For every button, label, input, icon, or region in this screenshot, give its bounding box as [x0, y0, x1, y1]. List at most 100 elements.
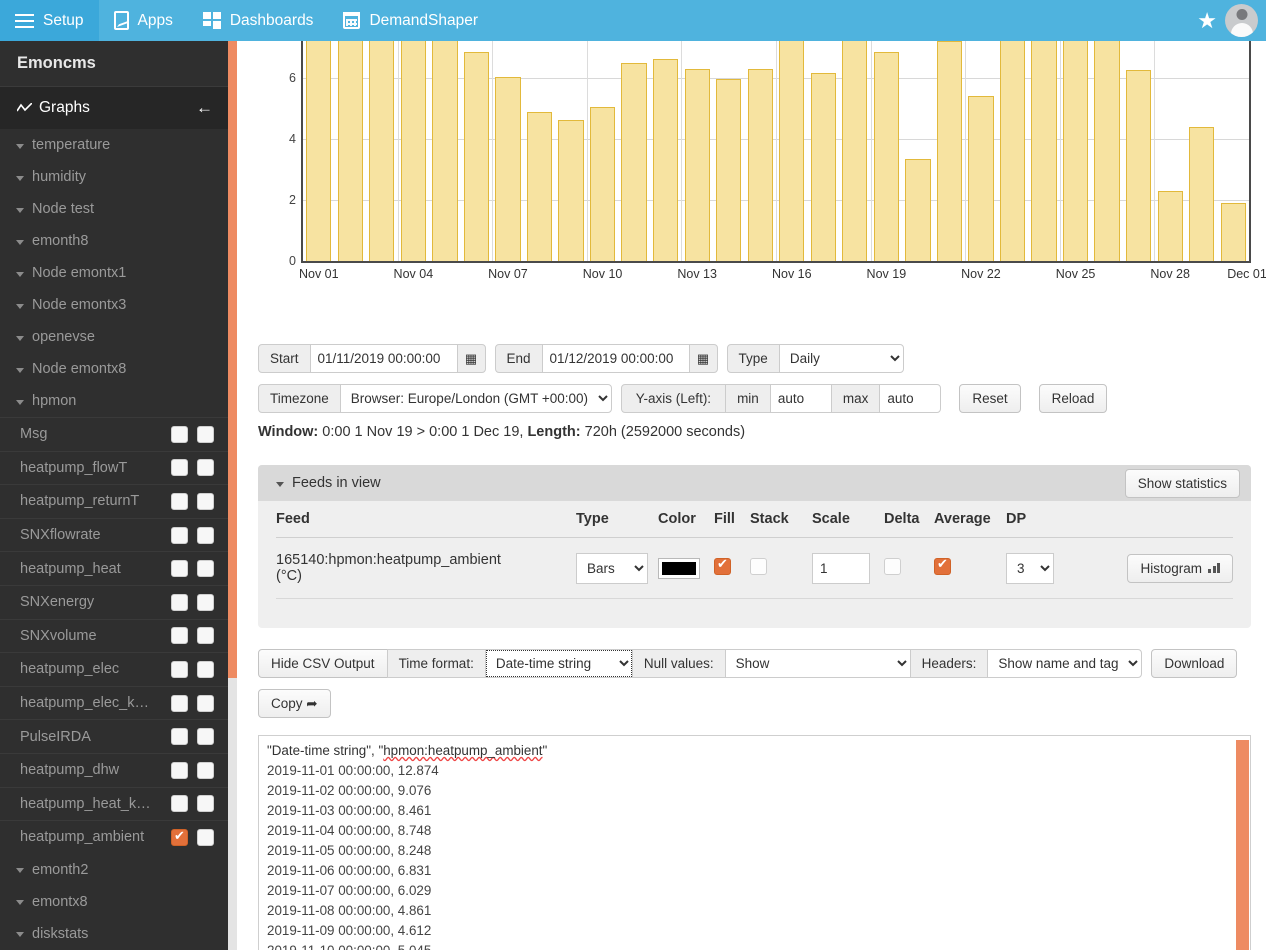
sidebar-group-openevse[interactable]: openevse: [0, 321, 228, 353]
sidebar-group-node-emontx8[interactable]: Node emontx8: [0, 353, 228, 385]
feed-select-left-checkbox[interactable]: [171, 627, 188, 645]
chart-bar: [463, 52, 490, 261]
ymin-input[interactable]: [769, 384, 832, 413]
feed-select-right-checkbox[interactable]: [197, 660, 214, 678]
headers-select[interactable]: Show name and tagShow nameHide: [987, 649, 1143, 678]
null-values-select[interactable]: ShowHide: [724, 649, 911, 678]
sidebar-group-node-test[interactable]: Node test: [0, 193, 228, 225]
sidebar-group-humidity[interactable]: humidity: [0, 161, 228, 193]
x-gridline: [1154, 41, 1156, 261]
feed-select-right-checkbox[interactable]: [197, 694, 214, 712]
feed-select-left-checkbox[interactable]: [171, 828, 188, 846]
feed-type-select[interactable]: BarsLinesPoints: [576, 552, 648, 584]
feed-select-right-checkbox[interactable]: [197, 795, 214, 813]
feed-select-right-checkbox[interactable]: [197, 728, 214, 746]
sidebar-scrollbar-thumb[interactable]: [228, 41, 237, 678]
feed-select-right-checkbox[interactable]: [197, 425, 214, 443]
feed-select-right-checkbox[interactable]: [197, 459, 214, 477]
sidebar-group-emonth2[interactable]: emonth2: [0, 854, 228, 886]
feed-select-left-checkbox[interactable]: [171, 694, 188, 712]
back-arrow-icon[interactable]: ←: [196, 98, 213, 118]
reload-button[interactable]: Reload: [1038, 384, 1108, 413]
chart-bar: [653, 59, 679, 261]
feed-select-right-checkbox[interactable]: [197, 526, 214, 544]
feed-select-left-checkbox[interactable]: [171, 560, 188, 578]
favorite-star-icon[interactable]: ★: [1197, 9, 1217, 32]
chevron-down-icon: [16, 900, 24, 906]
feed-average-checkbox[interactable]: [934, 556, 951, 575]
histogram-button[interactable]: Histogram: [1127, 553, 1233, 583]
sidebar-feed-item[interactable]: heatpump_returnT: [0, 484, 228, 518]
nav-item-dashboards[interactable]: Dashboards: [188, 0, 329, 41]
nav-item-apps[interactable]: Apps: [99, 0, 188, 41]
sidebar-feed-item[interactable]: PulseIRDA: [0, 719, 228, 753]
feeds-col-color: Color: [658, 501, 714, 538]
sidebar-feed-item[interactable]: heatpump_elec_k…: [0, 685, 228, 720]
sidebar-group-emontx8[interactable]: emontx8: [0, 886, 228, 918]
null-values-label: Null values:: [631, 649, 726, 678]
csv-output-textarea[interactable]: "Date-time string", "hpmon:heatpump_ambi…: [258, 735, 1251, 950]
feed-select-right-checkbox[interactable]: [197, 828, 214, 846]
sidebar-feed-item[interactable]: SNXflowrate: [0, 517, 228, 552]
feed-select-left-checkbox[interactable]: [171, 795, 188, 813]
ymax-input[interactable]: [879, 384, 942, 413]
start-group: Start ▦: [258, 344, 486, 373]
download-button[interactable]: Download: [1151, 649, 1238, 678]
sidebar-feed-item[interactable]: heatpump_elec: [0, 652, 228, 686]
sidebar-feed-item[interactable]: heatpump_heat: [0, 551, 228, 585]
feed-delta-checkbox[interactable]: [884, 557, 901, 575]
sidebar-feed-item[interactable]: heatpump_heat_k…: [0, 786, 228, 821]
sidebar-feed-item[interactable]: Msg: [0, 417, 228, 451]
nav-item-setup[interactable]: Setup: [0, 0, 99, 41]
feed-select-left-checkbox[interactable]: [171, 459, 188, 477]
sidebar-feed-item[interactable]: heatpump_ambient: [0, 820, 228, 854]
time-format-select[interactable]: Date-time stringUnix timeExcel time: [484, 649, 633, 678]
nav-item-demandshaper[interactable]: DemandShaper: [328, 0, 493, 41]
feed-select-left-checkbox[interactable]: [171, 593, 188, 611]
chart-plot-area[interactable]: 0 2 4 6 Nov 01 Nov 04 Nov 07 Nov 10 Nov 13 Nov 16…: [289, 41, 1266, 281]
sidebar-feed-item[interactable]: SNXenergy: [0, 584, 228, 619]
reset-button[interactable]: Reset: [959, 384, 1021, 413]
feed-dp-select[interactable]: 01234: [1006, 552, 1054, 584]
show-statistics-button[interactable]: Show statistics: [1124, 469, 1240, 498]
sidebar-section-graphs[interactable]: Graphs ←: [0, 87, 228, 129]
feed-select-right-checkbox[interactable]: [197, 593, 214, 611]
feed-select-right-checkbox[interactable]: [197, 492, 214, 510]
sidebar-group-hpmon[interactable]: hpmon: [0, 385, 228, 417]
feeds-in-view-header[interactable]: Feeds in view: [258, 465, 1251, 501]
x-axis-tick-label: Nov 25: [1055, 267, 1096, 281]
feed-select-right-checkbox[interactable]: [197, 627, 214, 645]
end-input[interactable]: [541, 344, 690, 373]
sidebar-group-temperature[interactable]: temperature: [0, 129, 228, 161]
feed-select-left-checkbox[interactable]: [171, 660, 188, 678]
sidebar-feed-item[interactable]: heatpump_dhw: [0, 752, 228, 787]
feed-fill-checkbox[interactable]: [714, 556, 731, 575]
feed-select-left-checkbox[interactable]: [171, 492, 188, 510]
feed-select-left-checkbox[interactable]: [171, 761, 188, 779]
hide-csv-output-button[interactable]: Hide CSV Output: [258, 649, 388, 678]
feed-select-left-checkbox[interactable]: [171, 526, 188, 544]
sidebar-feed-item[interactable]: heatpump_flowT: [0, 450, 228, 485]
sidebar-group-diskstats[interactable]: diskstats: [0, 918, 228, 950]
type-select[interactable]: DailyHourlyWeeklyMonthly: [778, 344, 904, 373]
feed-select-left-checkbox[interactable]: [171, 425, 188, 443]
timezone-select[interactable]: Browser: Europe/London (GMT +00:00): [339, 384, 612, 413]
sidebar-group-node-emontx3[interactable]: Node emontx3: [0, 289, 228, 321]
feed-select-left-checkbox[interactable]: [171, 728, 188, 746]
user-avatar[interactable]: [1225, 4, 1258, 37]
feed-scale-input[interactable]: [812, 552, 870, 584]
sidebar-feed-item[interactable]: SNXvolume: [0, 618, 228, 653]
feeds-col-average: Average: [934, 501, 1006, 538]
graph-chart[interactable]: 0 2 4 6 Nov 01 Nov 04 Nov 07 Nov 10 Nov 13 Nov 16…: [258, 41, 1266, 288]
end-calendar-icon[interactable]: ▦: [688, 344, 718, 373]
sidebar-group-emonth8[interactable]: emonth8: [0, 225, 228, 257]
feed-select-right-checkbox[interactable]: [197, 560, 214, 578]
feed-stack-checkbox[interactable]: [750, 557, 767, 575]
csv-scrollbar-thumb[interactable]: [1236, 740, 1249, 950]
copy-button[interactable]: Copy ➦: [258, 689, 331, 718]
feed-select-right-checkbox[interactable]: [197, 761, 214, 779]
start-calendar-icon[interactable]: ▦: [456, 344, 486, 373]
sidebar-group-node-emontx1[interactable]: Node emontx1: [0, 257, 228, 289]
start-input[interactable]: [309, 344, 458, 373]
feed-color-swatch[interactable]: [658, 557, 700, 579]
